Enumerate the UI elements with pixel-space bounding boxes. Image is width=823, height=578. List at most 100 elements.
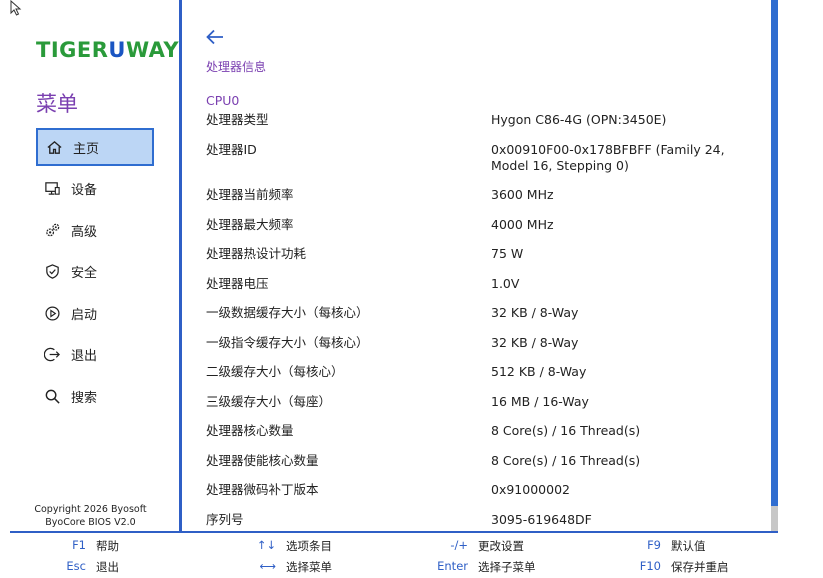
info-value: 3600 MHz <box>491 187 554 202</box>
footer-hint: F1 帮助 <box>40 538 119 554</box>
sidebar-item-label: 设备 <box>71 183 98 198</box>
play-icon <box>45 305 60 321</box>
info-key: 处理器使能核心数量 <box>206 452 319 468</box>
sidebar-item-advanced[interactable]: 高级 <box>36 211 154 249</box>
info-row: 一级指令缓存大小（每核心） 32 KB / 8-Way <box>206 335 766 365</box>
sidebar-item-label: 安全 <box>71 266 98 281</box>
hotkey: F1 <box>72 538 86 552</box>
footer-hint: F10 保存并重启 <box>615 559 729 575</box>
tigerway-logo: TIGERUWAY <box>36 38 180 62</box>
info-key: 处理器ID <box>206 142 257 157</box>
info-key: 一级数据缓存大小（每核心） <box>206 305 369 320</box>
scrollbar-thumb[interactable] <box>771 506 778 532</box>
info-key: 一级指令缓存大小（每核心） <box>206 334 369 350</box>
info-value: 32 KB / 8-Way <box>491 305 579 320</box>
hotkey: F10 <box>639 559 661 573</box>
info-value: 32 KB / 8-Way <box>491 334 579 350</box>
exit-icon <box>44 347 60 362</box>
info-key: 处理器微码补丁版本 <box>206 482 319 497</box>
info-value: 1.0V <box>491 275 520 291</box>
footer-hint: -/+ 更改设置 <box>422 538 524 554</box>
hotkey-action: 帮助 <box>96 539 119 553</box>
sidebar-item-security[interactable]: 安全 <box>36 253 154 291</box>
device-icon <box>45 182 60 195</box>
info-key: 处理器最大频率 <box>206 216 294 232</box>
hotkey: ↑↓ <box>256 538 276 552</box>
footer-help-bar: F1 帮助 ↑↓ 选项条目 -/+ 更改设置 F9 默认值 Esc 退出 ⟷ 选择菜单 En… <box>0 533 823 578</box>
info-row: 处理器电压 1.0V <box>206 276 766 306</box>
info-value: 8 Core(s) / 16 Thread(s) <box>491 452 641 468</box>
info-list: 处理器类型 Hygon C86-4G (OPN:3450E) 处理器ID 0x009… <box>206 112 766 532</box>
sidebar-item-label: 主页 <box>73 141 100 157</box>
sidebar-item-exit[interactable]: 退出 <box>36 336 154 374</box>
info-row: 处理器类型 Hygon C86-4G (OPN:3450E) <box>206 112 766 142</box>
info-key: 处理器核心数量 <box>206 423 294 438</box>
footer-hint: F9 默认值 <box>615 538 706 554</box>
copyright-line: Copyright 2026 Byosoft <box>34 504 147 515</box>
hotkey: Esc <box>66 559 86 573</box>
hotkey-action: 更改设置 <box>478 539 524 553</box>
home-icon <box>47 140 62 154</box>
info-row: 处理器最大频率 4000 MHz <box>206 217 766 247</box>
info-key: 二级缓存大小（每核心） <box>206 364 344 379</box>
info-key: 处理器热设计功耗 <box>206 246 307 261</box>
info-value: 75 W <box>491 246 524 261</box>
info-row: 一级数据缓存大小（每核心） 32 KB / 8-Way <box>206 305 766 335</box>
hotkey-action: 保存并重启 <box>671 560 729 574</box>
info-row: 处理器核心数量 8 Core(s) / 16 Thread(s) <box>206 423 766 453</box>
hotkey: F9 <box>647 538 661 552</box>
sidebar-item-label: 高级 <box>71 224 98 240</box>
hotkey-action: 选项条目 <box>286 539 332 553</box>
footer-hint: Esc 退出 <box>40 559 119 575</box>
sidebar-divider <box>179 0 182 532</box>
info-row: 处理器ID 0x00910F00-0x178BFBFF (Family 24, M… <box>206 142 766 187</box>
sidebar-item-home[interactable]: 主页 <box>36 128 154 166</box>
info-value: 3095-619648DF <box>491 511 592 527</box>
info-row: 处理器热设计功耗 75 W <box>206 246 766 276</box>
info-value: 4000 MHz <box>491 216 554 232</box>
info-value: Hygon C86-4G (OPN:3450E) <box>491 112 667 127</box>
hotkey-action: 选择子菜单 <box>478 560 536 574</box>
gears-icon <box>46 223 60 236</box>
info-row: 处理器使能核心数量 8 Core(s) / 16 Thread(s) <box>206 453 766 483</box>
hotkey-action: 默认值 <box>671 539 706 553</box>
bios-version: ByoCore BIOS V2.0 <box>45 517 136 528</box>
sidebar-item-search[interactable]: 搜索 <box>36 377 154 415</box>
info-value: 16 MB / 16-Way <box>491 393 589 409</box>
section-header: CPU0 <box>206 93 240 108</box>
footer-hint: ↑↓ 选项条目 <box>230 538 332 554</box>
info-key: 处理器当前频率 <box>206 187 294 202</box>
footer-hint: ⟷ 选择菜单 <box>230 559 333 575</box>
info-row: 处理器微码补丁版本 0x91000002 <box>206 482 766 512</box>
info-row: 序列号 3095-619648DF <box>206 512 766 532</box>
info-value: 0x91000002 <box>491 482 570 497</box>
hotkey-action: 选择菜单 <box>286 560 332 574</box>
info-value: 512 KB / 8-Way <box>491 364 587 379</box>
info-key: 三级缓存大小（每座） <box>206 393 332 409</box>
sidebar-nav: 主页 设备 高级 安全 启动 退出 搜索 <box>36 128 154 419</box>
search-icon <box>45 389 60 404</box>
info-row: 处理器当前频率 3600 MHz <box>206 187 766 217</box>
sidebar-item-boot[interactable]: 启动 <box>36 294 154 332</box>
sidebar-item-label: 启动 <box>71 307 98 323</box>
page-title: 处理器信息 <box>206 60 267 74</box>
hotkey: -/+ <box>450 538 468 552</box>
info-key: 序列号 <box>206 511 244 527</box>
sidebar-item-device[interactable]: 设备 <box>36 170 154 208</box>
info-row: 三级缓存大小（每座） 16 MB / 16-Way <box>206 394 766 424</box>
sidebar-item-label: 搜索 <box>71 390 98 406</box>
info-key: 处理器类型 <box>206 112 269 127</box>
shield-icon <box>46 264 59 279</box>
info-key: 处理器电压 <box>206 275 269 291</box>
hotkey: ⟷ <box>259 559 277 573</box>
info-value: 8 Core(s) / 16 Thread(s) <box>491 423 641 438</box>
info-value: 0x00910F00-0x178BFBFF (Family 24, Model … <box>491 142 725 173</box>
hotkey: Enter <box>437 559 468 573</box>
back-arrow-icon[interactable] <box>205 28 225 46</box>
sidebar-item-label: 退出 <box>71 349 98 364</box>
menu-title: 菜单 <box>36 92 78 116</box>
scrollbar-track[interactable] <box>771 0 778 532</box>
copyright: Copyright 2026 Byosoft ByoCore BIOS V2.0 <box>0 503 181 529</box>
footer-hint: Enter 选择子菜单 <box>422 559 536 575</box>
info-row: 二级缓存大小（每核心） 512 KB / 8-Way <box>206 364 766 394</box>
